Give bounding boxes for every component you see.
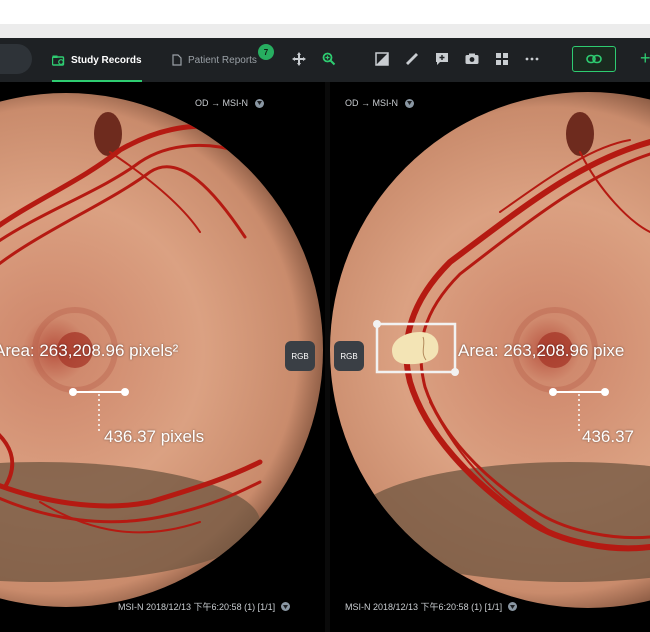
viewport-footer: MSI-N 2018/12/13 下午6:20:58 (1) [1/1] xyxy=(118,600,291,613)
camera-icon[interactable] xyxy=(464,51,480,67)
series-info: MSI-N 2018/12/13 下午6:20:58 (1) [1/1] xyxy=(118,602,276,612)
browser-gap-strip xyxy=(0,24,650,38)
chevron-down-icon[interactable] xyxy=(508,602,518,611)
length-measurement-label: 436.37 pixels xyxy=(104,427,205,446)
layout-icon[interactable] xyxy=(494,51,510,67)
reports-count-badge: 7 xyxy=(258,44,274,60)
search-box[interactable] xyxy=(0,44,32,74)
more-icon[interactable] xyxy=(524,51,540,67)
link-icon xyxy=(586,54,602,64)
rgb-toggle-button[interactable]: RGB xyxy=(334,341,364,371)
viewport-left[interactable]: OD → MSI-N Area: 263,208.96 pixels² 436.… xyxy=(0,82,325,632)
length-measurement-label: 436.37 xyxy=(582,427,634,446)
rgb-toggle-button[interactable]: RGB xyxy=(285,341,315,371)
viewer-toolbar: Study Records Patient Reports 7 + xyxy=(0,38,650,83)
tab-patient-reports[interactable]: Patient Reports xyxy=(172,38,257,82)
study-records-icon xyxy=(52,55,65,66)
move-icon[interactable] xyxy=(291,51,307,67)
area-measurement-label: Area: 263,208.96 pixels² xyxy=(0,341,179,360)
annotate-icon[interactable] xyxy=(434,51,450,67)
viewport-footer: MSI-N 2018/12/13 下午6:20:58 (1) [1/1] xyxy=(345,600,518,613)
ruler-icon[interactable] xyxy=(404,51,420,67)
chevron-down-icon[interactable] xyxy=(281,602,291,611)
add-icon[interactable]: + xyxy=(640,49,650,67)
browser-top-strip xyxy=(0,0,650,24)
viewport-right[interactable]: OD → MSI-N Area: 263,208.96 pixe 436.37 … xyxy=(330,82,650,632)
zoom-icon[interactable] xyxy=(321,51,337,67)
patient-reports-icon xyxy=(172,54,182,66)
series-info: MSI-N 2018/12/13 下午6:20:58 (1) [1/1] xyxy=(345,602,503,612)
tab-patient-reports-label: Patient Reports xyxy=(188,54,257,66)
tab-study-records-label: Study Records xyxy=(71,54,142,66)
area-measurement-label: Area: 263,208.96 pixe xyxy=(458,341,625,360)
link-viewports-button[interactable] xyxy=(572,46,616,72)
contrast-icon[interactable] xyxy=(374,51,390,67)
tab-study-records[interactable]: Study Records xyxy=(52,38,142,82)
